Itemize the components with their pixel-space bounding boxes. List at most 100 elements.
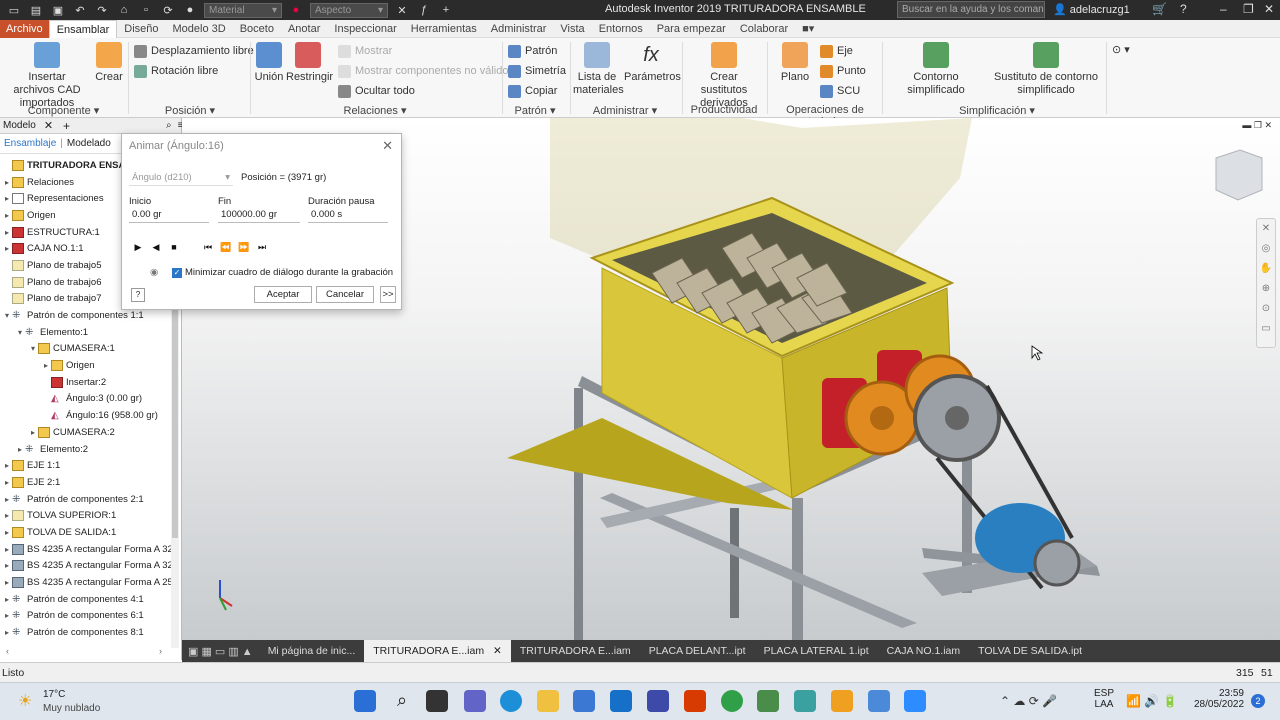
tree-item[interactable]: ▸ TOLVA DE SALIDA:1 — [0, 524, 181, 541]
office-icon[interactable] — [684, 690, 706, 712]
expand-toggle-icon[interactable]: ▾ — [2, 311, 12, 320]
material-select[interactable]: Material ▾ — [204, 2, 282, 18]
hide-all-button[interactable]: Ocultar todo — [338, 83, 415, 99]
menu-tab-herramientas[interactable]: Herramientas — [404, 20, 484, 38]
tree-item[interactable]: ▸ ⁜ Patrón de componentes 6:1 — [0, 608, 181, 625]
new-file-icon[interactable]: ▭ — [6, 3, 22, 17]
tree-item[interactable]: ▸ ⁜ Elemento:2 — [0, 441, 181, 458]
document-tab[interactable]: PLACA DELANT...ipt — [640, 640, 755, 662]
viewport-window-controls[interactable]: ▬ ❐ ✕ — [1242, 120, 1272, 131]
cart-icon[interactable]: 🛒 — [1152, 2, 1167, 16]
derived-substitutes-button[interactable]: Crear sustitutos derivados — [686, 42, 762, 110]
help-search-input[interactable]: Buscar en la ayuda y los comandos — [897, 1, 1045, 18]
play-forward-icon[interactable]: ▶ — [131, 240, 145, 254]
help-icon[interactable]: ? — [1180, 2, 1187, 16]
expand-toggle-icon[interactable]: ▸ — [2, 495, 12, 504]
expand-toggle-icon[interactable]: ▸ — [2, 628, 12, 637]
document-tab[interactable]: PLACA LATERAL 1.ipt — [755, 640, 878, 662]
mail-icon[interactable] — [610, 690, 632, 712]
expand-toggle-icon[interactable]: ▸ — [2, 194, 12, 203]
group-administrar[interactable]: Administrar ▾ — [570, 104, 680, 117]
snipping-icon[interactable] — [868, 690, 890, 712]
fx-icon[interactable]: ƒ — [416, 3, 432, 17]
expand-toggle-icon[interactable]: ▸ — [2, 228, 12, 237]
network-sound-battery-icons[interactable]: 📶 🔊 🔋 — [1126, 694, 1178, 708]
expand-toggle-icon[interactable]: ▸ — [15, 445, 25, 454]
user-name[interactable]: 👤 adelacruzg1 — [1053, 3, 1130, 16]
more-button[interactable]: >> — [380, 286, 396, 303]
store-icon[interactable] — [573, 690, 595, 712]
camera-icon[interactable]: ■▾ — [795, 20, 821, 38]
save-icon[interactable]: ▣ — [50, 3, 66, 17]
math-icon[interactable] — [647, 690, 669, 712]
task-view-icon[interactable] — [426, 690, 448, 712]
horizontal-scrollbar[interactable]: ‹ › — [0, 646, 180, 656]
search-icon[interactable]: ⌕ — [391, 690, 413, 712]
expand-toggle-icon[interactable]: ▸ — [28, 428, 38, 437]
tab-layout-icons[interactable]: ▣ ▦ ▭ ▥ ▲ — [182, 645, 259, 658]
zoom-icon[interactable] — [904, 690, 926, 712]
weather-icon[interactable]: ☀ — [18, 691, 32, 711]
calculator-icon[interactable] — [757, 690, 779, 712]
checkbox-check-icon[interactable]: ✓ — [172, 267, 182, 278]
nav-icons[interactable]: ✕ ◎ ✋ ⊕ ⊙ ▭ — [1257, 219, 1275, 339]
weather-text[interactable]: Muy nublado — [43, 703, 100, 714]
tree-item[interactable]: ◭ Ángulo:16 (958.00 gr) — [0, 407, 181, 424]
go-end-icon[interactable]: ⏭ — [255, 240, 269, 254]
tree-item[interactable]: ▸ BS 4235 A rectangular Forma A 25x — [0, 574, 181, 591]
close-icon[interactable]: ✕ — [1264, 2, 1274, 16]
record-icon[interactable]: ◉ — [150, 267, 158, 278]
clock[interactable]: 23:59 28/05/2022 — [1194, 688, 1244, 710]
accept-button[interactable]: Aceptar — [254, 286, 312, 303]
expand-toggle-icon[interactable]: ▸ — [2, 561, 12, 570]
show-button[interactable]: Mostrar — [338, 43, 392, 59]
go-start-icon[interactable]: ⏮ — [201, 240, 215, 254]
expand-toggle-icon[interactable]: ▸ — [2, 478, 12, 487]
search-icon[interactable]: ⌕ — [166, 120, 172, 131]
expand-toggle-icon[interactable]: ▾ — [28, 344, 38, 353]
expand-toggle-icon[interactable]: ▸ — [2, 545, 12, 554]
tree-item[interactable]: ▾ ⁜ Elemento:1 — [0, 324, 181, 341]
expand-toggle-icon[interactable]: ▸ — [2, 578, 12, 587]
group-componente[interactable]: Componente ▾ — [0, 104, 127, 117]
tree-item[interactable]: ▸ EJE 2:1 — [0, 474, 181, 491]
chat-icon[interactable] — [464, 690, 486, 712]
menu-tab-administrar[interactable]: Administrar — [484, 20, 554, 38]
expand-toggle-icon[interactable]: ▸ — [2, 461, 12, 470]
ucs-button[interactable]: SCU — [820, 83, 860, 99]
add-tab-icon[interactable]: + — [63, 119, 70, 133]
menu-tab-modelo-3d[interactable]: Modelo 3D — [166, 20, 233, 38]
minimize-icon[interactable]: – — [1220, 2, 1227, 16]
help-icon[interactable]: ? — [131, 288, 145, 302]
play-reverse-icon[interactable]: ◀ — [149, 240, 163, 254]
dialog-close-icon[interactable]: ✕ — [382, 138, 393, 154]
shrinkwrap-substitute-button[interactable]: Sustituto de contorno simplificado — [990, 42, 1102, 97]
start-input[interactable] — [129, 207, 209, 223]
menu-tab-inspeccionar[interactable]: Inspeccionar — [327, 20, 403, 38]
expand-toggle-icon[interactable]: ▸ — [2, 595, 12, 604]
tree-item[interactable]: ▸ ⁜ Patrón de componentes 2:1 — [0, 491, 181, 508]
copy-button[interactable]: Copiar — [508, 83, 557, 99]
tree-item[interactable]: ▸ ⁜ Patrón de componentes 8:1 — [0, 624, 181, 641]
shrinkwrap-button[interactable]: Contorno simplificado — [886, 42, 986, 97]
menu-tab-vista[interactable]: Vista — [553, 20, 591, 38]
open-icon[interactable]: ▤ — [28, 3, 44, 17]
stop-icon[interactable]: ■ — [167, 240, 181, 254]
menu-tab-anotar[interactable]: Anotar — [281, 20, 327, 38]
menu-tab-para-empezar[interactable]: Para empezar — [650, 20, 733, 38]
pattern-button[interactable]: Patrón — [508, 43, 557, 59]
redo-icon[interactable]: ↷ — [94, 3, 110, 17]
tree-item[interactable]: ▸ Origen — [0, 357, 181, 374]
tree-item[interactable]: ◭ Ángulo:3 (0.00 gr) — [0, 391, 181, 408]
navigation-bar[interactable]: ✕ ◎ ✋ ⊕ ⊙ ▭ — [1256, 218, 1276, 348]
language-indicator[interactable]: ESP LAA — [1094, 688, 1114, 710]
pause-input[interactable] — [308, 207, 388, 223]
insert-cad-button[interactable]: Insertar archivos CAD importados — [8, 42, 86, 110]
menu-tab-entornos[interactable]: Entornos — [592, 20, 650, 38]
expand-toggle-icon[interactable]: ▸ — [41, 361, 51, 370]
tree-item[interactable]: ▸ EJE 1:1 — [0, 457, 181, 474]
expand-toggle-icon[interactable]: ▸ — [2, 211, 12, 220]
subtab-ensamblaje[interactable]: Ensamblaje — [4, 138, 56, 149]
tree-item[interactable]: ▾ CUMASERA:1 — [0, 341, 181, 358]
undo-icon[interactable]: ↶ — [72, 3, 88, 17]
